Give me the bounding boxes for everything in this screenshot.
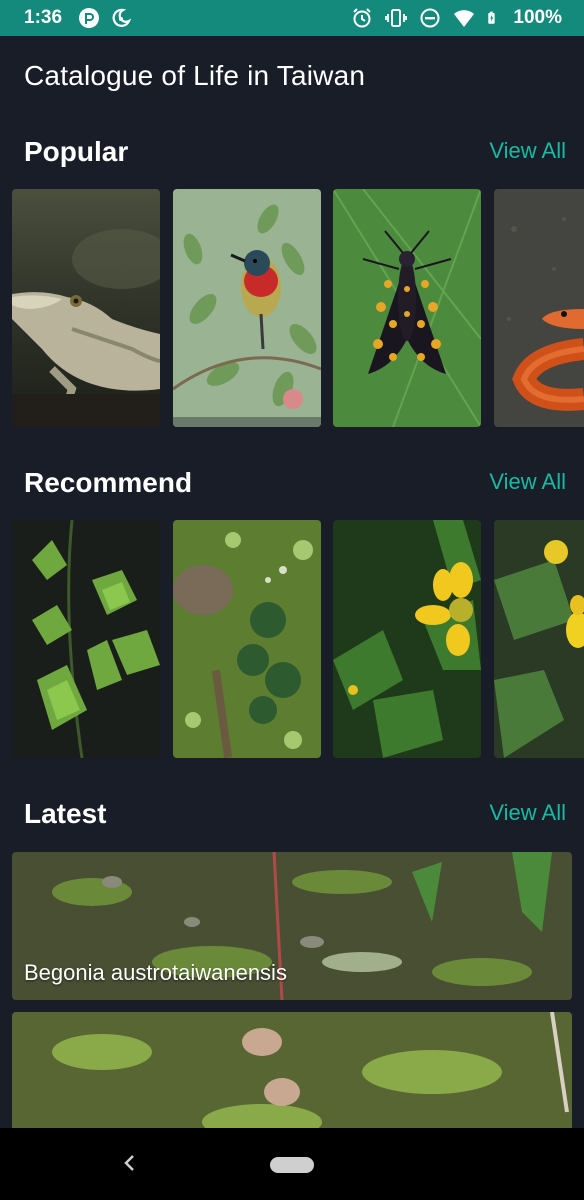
notification-app-icon <box>79 8 100 28</box>
section-title-recommend: Recommend <box>24 467 193 498</box>
status-bar: 1:36 100% <box>0 0 584 36</box>
home-pill-icon[interactable] <box>270 1157 314 1173</box>
section-title-latest: Latest <box>24 798 107 829</box>
alarm-icon <box>353 8 372 28</box>
recommend-row[interactable] <box>0 520 584 758</box>
battery-icon <box>488 11 496 24</box>
popular-card-snake[interactable] <box>494 189 584 427</box>
app-title: Catalogue of Life in Taiwan <box>24 60 366 91</box>
moss-image <box>173 520 321 758</box>
popular-view-all-link[interactable]: View All <box>489 138 566 164</box>
popular-card-sunbird[interactable] <box>173 189 321 427</box>
flower-2-image <box>494 520 584 758</box>
status-time: 1:36 <box>24 7 63 28</box>
latest-item-name: Begonia austrotaiwanensis <box>24 960 287 985</box>
sunbird-image <box>173 189 321 427</box>
wifi-icon <box>454 10 475 27</box>
section-title-popular: Popular <box>24 136 129 167</box>
moth-image <box>333 189 481 427</box>
snake-image <box>494 189 584 427</box>
yellow-flower-image <box>333 520 481 758</box>
recommend-card-moss[interactable] <box>173 520 321 758</box>
do-not-disturb-icon <box>420 8 440 28</box>
popular-row[interactable] <box>0 189 584 427</box>
latest-card[interactable]: Begonia austrotaiwanensis <box>12 852 572 1000</box>
vibrate-icon <box>385 9 408 27</box>
recommend-view-all-link[interactable]: View All <box>489 469 566 495</box>
crocodile-image <box>12 189 160 427</box>
notification-moon-icon <box>112 8 132 27</box>
recommend-card-flower[interactable] <box>333 520 481 758</box>
back-icon[interactable] <box>118 1148 140 1178</box>
popular-card-crocodile[interactable] <box>12 189 160 427</box>
recommend-card-vine[interactable] <box>12 520 160 758</box>
popular-card-moth[interactable] <box>333 189 481 427</box>
battery-percent: 100% <box>513 7 562 28</box>
recommend-card-flower-2[interactable] <box>494 520 584 758</box>
vine-image <box>12 520 160 758</box>
latest-view-all-link[interactable]: View All <box>489 800 566 826</box>
